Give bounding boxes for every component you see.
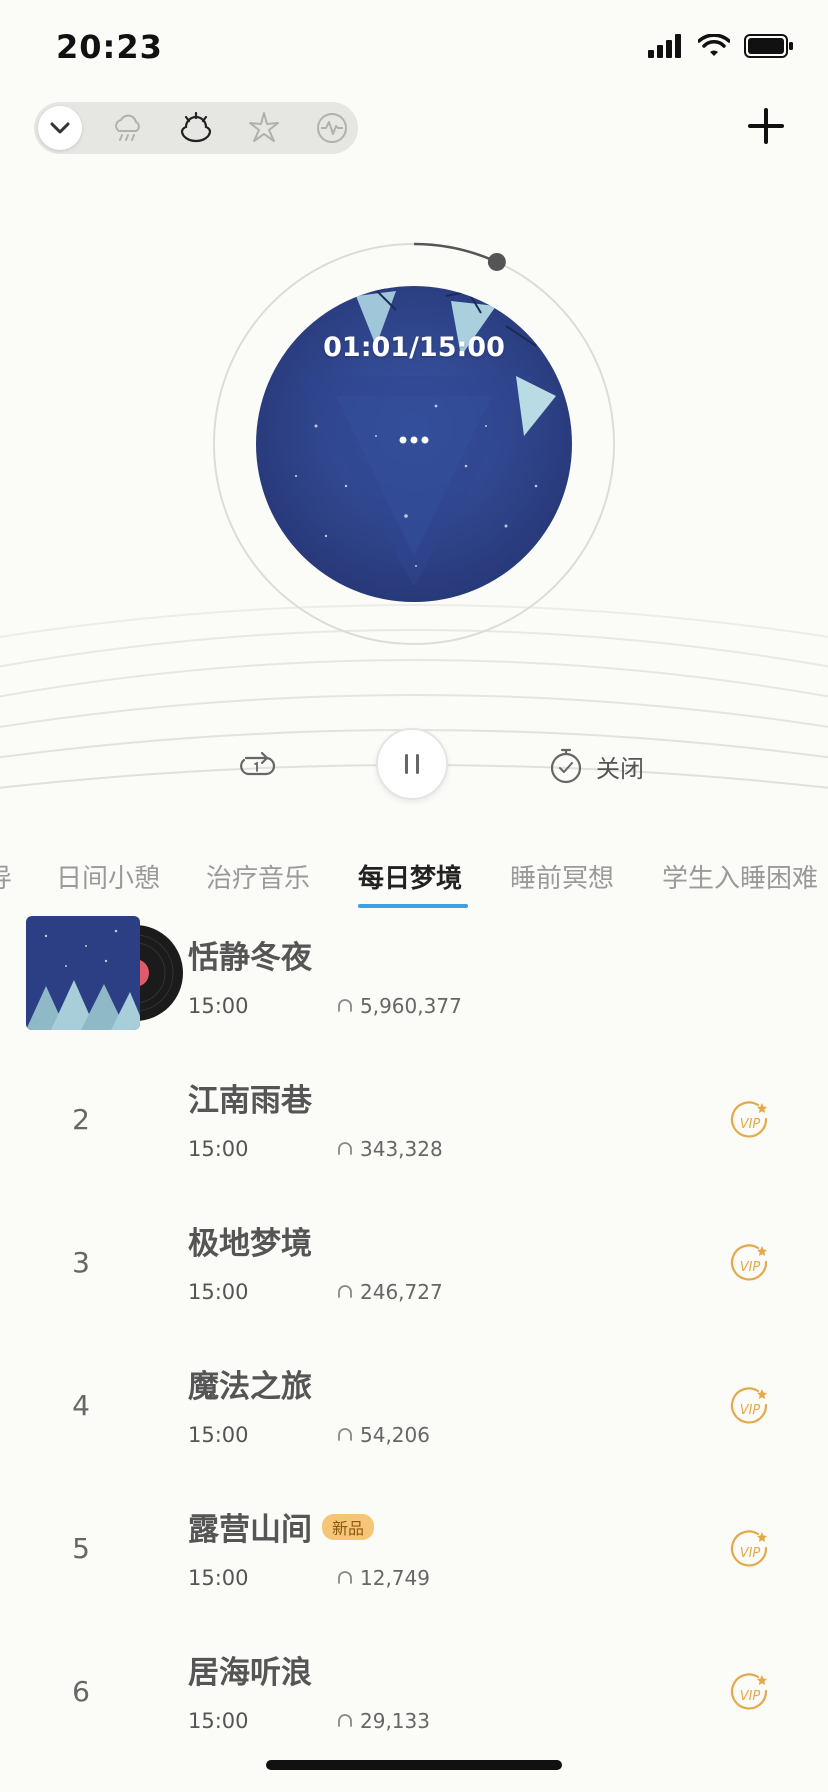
list-item[interactable]: 3 极地梦境 15:00 246,727 VIP: [0, 1196, 828, 1339]
sunset-icon[interactable]: [174, 106, 218, 150]
cellular-signal-icon: [648, 34, 681, 58]
track-plays: 12,749: [336, 1566, 430, 1590]
vip-icon: VIP: [730, 1387, 768, 1424]
home-indicator: [266, 1760, 562, 1770]
sleep-timer-button[interactable]: 关闭: [548, 744, 658, 788]
page: { "status_bar": { "time": "20:23" }, "sc…: [0, 0, 828, 1792]
play-count: 29,133: [360, 1709, 430, 1733]
track-plays: 54,206: [336, 1423, 430, 1447]
status-time: 20:23: [56, 28, 163, 66]
loop-button[interactable]: [236, 744, 278, 786]
timer-icon: [550, 748, 582, 784]
tab-daytime-nap[interactable]: 日间小憩: [56, 858, 160, 895]
headphones-icon: [338, 1285, 352, 1298]
tab-student-insomnia[interactable]: 学生入睡困难: [662, 858, 818, 895]
track-title: 极地梦境: [188, 1226, 312, 1262]
track-plays: 29,133: [336, 1709, 430, 1733]
vip-icon: VIP: [730, 1673, 768, 1710]
play-count: 5,960,377: [360, 994, 462, 1018]
list-item[interactable]: 2 江南雨巷 15:00 343,328 VIP: [0, 1053, 828, 1196]
tab-therapy-music[interactable]: 治疗音乐: [206, 858, 310, 895]
headphones-icon: [338, 1714, 352, 1727]
status-icons: [648, 34, 794, 58]
play-count: 343,328: [360, 1137, 443, 1161]
playback-progress-text: 01:01/15:00: [323, 332, 505, 363]
vip-icon: VIP: [730, 1244, 768, 1281]
track-title-group: 露营山间 新品: [188, 1504, 375, 1549]
repeat-one-icon: [240, 751, 276, 776]
chevron-down-icon[interactable]: [38, 106, 82, 150]
svg-text:VIP: VIP: [740, 1260, 761, 1275]
track-duration: 15:00: [188, 1280, 249, 1304]
play-count: 12,749: [360, 1566, 430, 1590]
track-plays: 246,727: [336, 1280, 443, 1304]
tab-partial[interactable]: 导: [0, 858, 12, 895]
track-number: 3: [72, 1246, 90, 1279]
wifi-icon: [698, 34, 730, 56]
headphones-icon: [338, 1142, 352, 1155]
svg-text:VIP: VIP: [740, 1689, 761, 1704]
category-tabs: 导 日间小憩 治疗音乐 每日梦境 睡前冥想 学生入睡困难: [0, 850, 828, 910]
progress-knob[interactable]: [487, 252, 506, 271]
track-title: 魔法之旅: [188, 1369, 312, 1405]
track-duration: 15:00: [188, 1423, 249, 1447]
track-plays: 343,328: [336, 1137, 443, 1161]
vip-icon: VIP: [730, 1101, 768, 1138]
battery-icon: [744, 34, 793, 58]
sparkle-icon[interactable]: [242, 106, 286, 150]
track-cover: [26, 916, 140, 1030]
headphones-icon: [338, 1571, 352, 1584]
track-number: 2: [72, 1103, 90, 1136]
svg-text:VIP: VIP: [740, 1546, 761, 1561]
track-number: 4: [72, 1389, 90, 1422]
track-number: 5: [72, 1532, 90, 1565]
timer-label: 关闭: [596, 754, 644, 783]
track-title: 居海听浪: [188, 1655, 312, 1691]
list-item[interactable]: 6 居海听浪 15:00 29,133 VIP: [0, 1625, 828, 1768]
track-duration: 15:00: [188, 1566, 249, 1590]
track-number: 6: [72, 1675, 90, 1708]
track-duration: 15:00: [188, 1137, 249, 1161]
track-title: 恬静冬夜: [188, 940, 312, 976]
tab-bedtime-meditation[interactable]: 睡前冥想: [510, 858, 614, 895]
active-tab-indicator: [358, 904, 468, 908]
status-bar: 20:23: [0, 0, 828, 90]
track-duration: 15:00: [188, 994, 249, 1018]
track-plays: 5,960,377: [336, 994, 462, 1018]
sound-wave-icon[interactable]: [310, 106, 354, 150]
headphones-icon: [338, 999, 352, 1012]
play-count: 246,727: [360, 1280, 443, 1304]
track-title: 露营山间: [188, 1512, 312, 1548]
pause-button[interactable]: [376, 728, 448, 800]
scene-selector: [34, 102, 358, 154]
new-badge: 新品: [322, 1513, 375, 1540]
list-item[interactable]: 4 魔法之旅 15:00 54,206 VIP: [0, 1339, 828, 1482]
add-button[interactable]: [744, 104, 788, 148]
rain-cloud-icon[interactable]: [106, 106, 150, 150]
vip-icon: VIP: [730, 1530, 768, 1567]
play-count: 54,206: [360, 1423, 430, 1447]
list-item[interactable]: 5 露营山间 新品 15:00 12,749 VIP: [0, 1482, 828, 1625]
pause-icon: [405, 754, 419, 774]
track-duration: 15:00: [188, 1709, 249, 1733]
list-item[interactable]: 恬静冬夜 15:00 5,960,377: [0, 910, 828, 1053]
more-options-icon[interactable]: [394, 430, 434, 450]
svg-text:VIP: VIP: [740, 1117, 761, 1132]
headphones-icon: [338, 1428, 352, 1441]
plus-icon: [748, 108, 784, 144]
track-title: 江南雨巷: [188, 1083, 312, 1119]
tab-daily-dream[interactable]: 每日梦境: [358, 858, 462, 895]
svg-text:VIP: VIP: [740, 1403, 761, 1418]
